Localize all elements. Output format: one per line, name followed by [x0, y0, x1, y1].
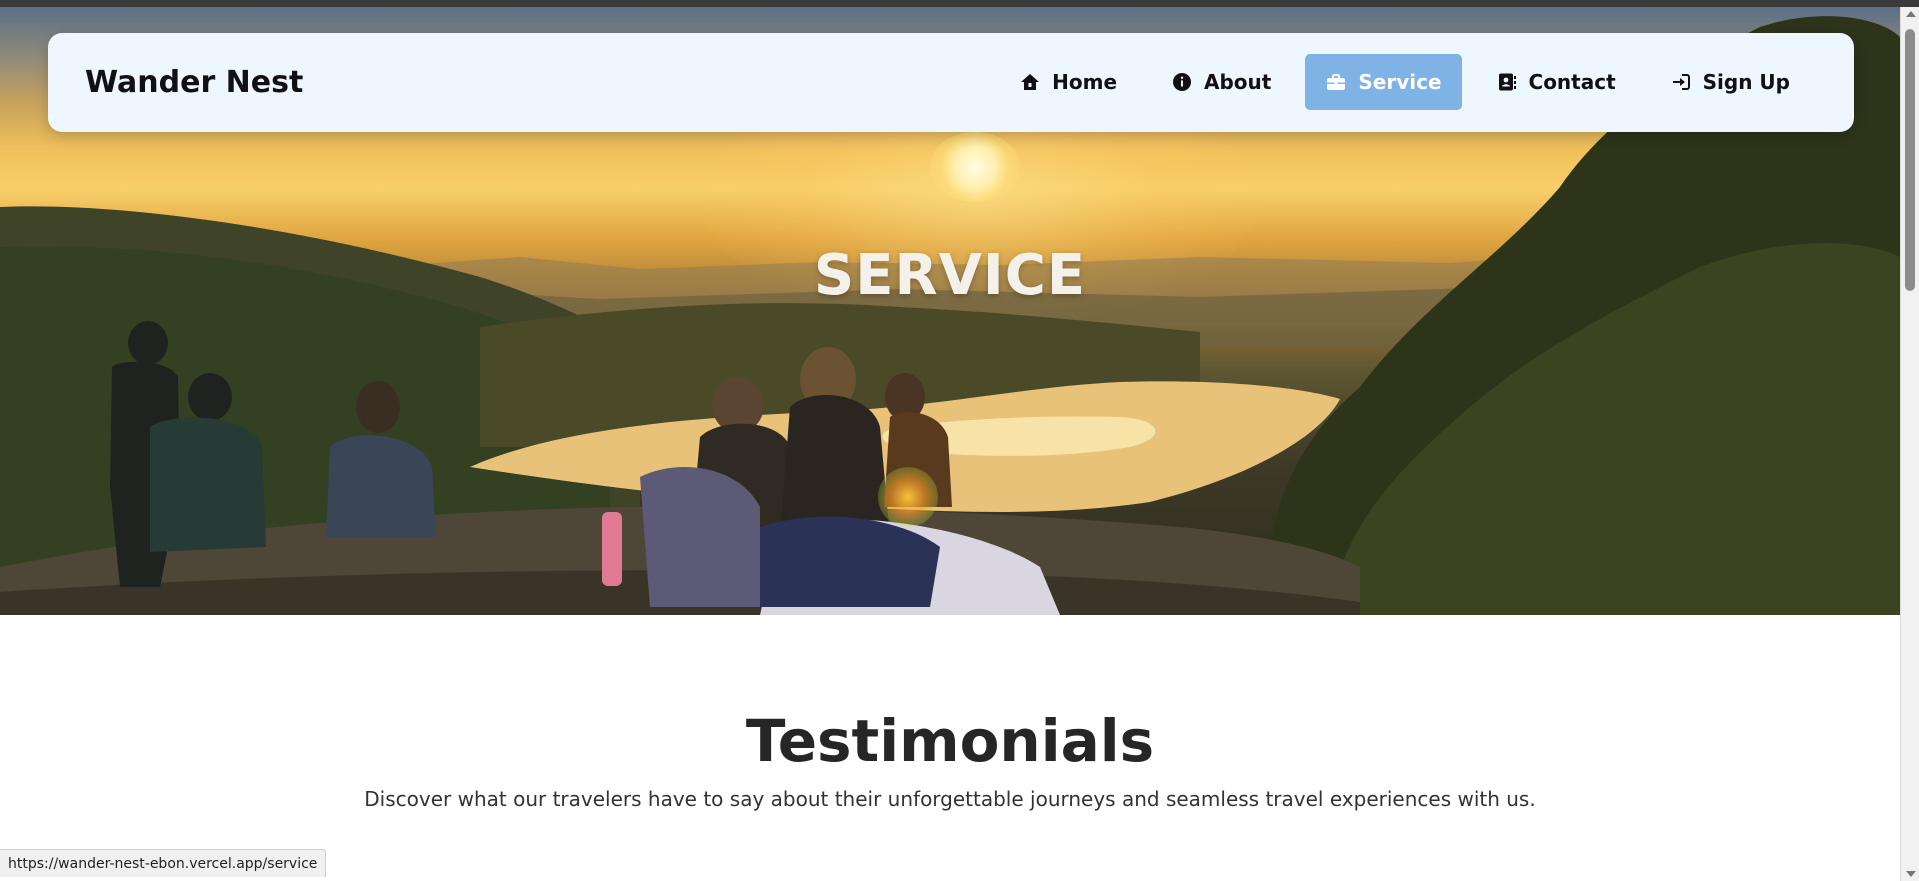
nav-item-home[interactable]: Home [999, 54, 1137, 110]
nav-item-label: Sign Up [1702, 70, 1790, 94]
nav-item-label: About [1204, 70, 1272, 94]
nav-item-label: Home [1052, 70, 1118, 94]
brand-logo[interactable]: Wander Nest [85, 33, 303, 132]
page-viewport: SERVICE Wander Nest Home About Service C… [0, 7, 1900, 881]
info-icon [1171, 71, 1193, 93]
nav-item-label: Service [1358, 70, 1442, 94]
home-icon [1019, 71, 1041, 93]
navbar: Wander Nest Home About Service Contact S… [48, 33, 1854, 132]
sign-in-icon [1670, 71, 1692, 93]
hero-title: SERVICE [813, 243, 1087, 308]
scroll-thumb[interactable] [1905, 29, 1915, 291]
nav-item-contact[interactable]: Contact [1476, 54, 1636, 110]
nav-item-service[interactable]: Service [1305, 54, 1462, 110]
link-status-bar: https://wander-nest-ebon.vercel.app/serv… [0, 849, 327, 877]
testimonials-subtitle: Discover what our travelers have to say … [364, 787, 1536, 811]
briefcase-icon [1325, 71, 1347, 93]
contact-book-icon [1496, 71, 1518, 93]
nav-item-label: Contact [1528, 70, 1616, 94]
testimonials-title: Testimonials [745, 707, 1155, 775]
scroll-up-arrow-icon[interactable] [1906, 11, 1916, 17]
scroll-down-arrow-icon[interactable] [1906, 871, 1916, 877]
nav-item-signup[interactable]: Sign Up [1650, 54, 1810, 110]
vertical-scrollbar[interactable] [1900, 7, 1919, 881]
nav-menu: Home About Service Contact Sign Up [985, 54, 1810, 110]
browser-top-edge [0, 0, 1919, 7]
nav-item-about[interactable]: About [1151, 54, 1291, 110]
lens-flare [878, 467, 938, 527]
